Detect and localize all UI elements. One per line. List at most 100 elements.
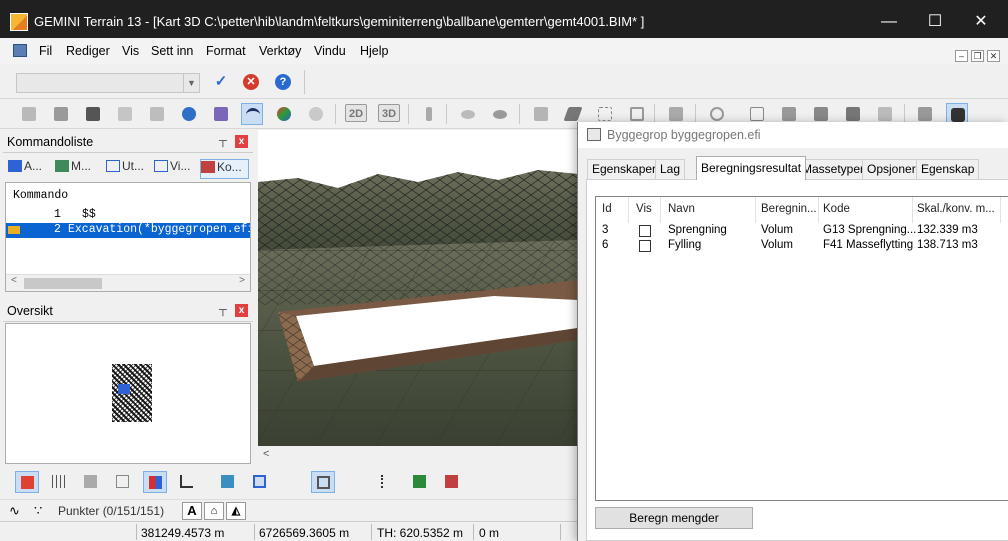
chevron-down-icon[interactable]: ▼ xyxy=(183,74,199,92)
network-icon[interactable] xyxy=(440,471,464,493)
tab-egenskap[interactable]: Egenskap xyxy=(916,159,980,179)
axes-icon[interactable] xyxy=(175,471,199,493)
pin-icon[interactable]: ┬ xyxy=(219,135,227,147)
text-button[interactable]: A xyxy=(182,502,202,520)
close-window-button[interactable]: ✕ xyxy=(958,8,1004,36)
surface-icon[interactable] xyxy=(305,103,327,125)
eye-hide-icon[interactable] xyxy=(489,103,511,125)
checkmark-icon[interactable]: ✓ xyxy=(213,74,229,90)
map-grid-icon[interactable] xyxy=(216,471,240,493)
menu-fil[interactable]: Fil xyxy=(39,44,52,58)
globe-icon[interactable] xyxy=(178,103,200,125)
minimize-button[interactable]: — xyxy=(866,8,912,36)
oversikt-close-button[interactable]: x xyxy=(235,304,248,317)
menu-rediger[interactable]: Rediger xyxy=(66,44,110,58)
menu-verktoy[interactable]: Verktøy xyxy=(259,44,301,58)
column-navn[interactable]: Navn xyxy=(668,203,695,215)
cross-box-icon[interactable] xyxy=(248,471,272,493)
mdi-restore-button[interactable]: ❐ xyxy=(971,50,984,62)
command-list-header: Kommando xyxy=(13,189,69,202)
save-all-icon[interactable] xyxy=(82,103,104,125)
mdi-minimize-button[interactable]: – xyxy=(955,50,968,62)
scroll-thumb[interactable] xyxy=(24,278,102,289)
kommandoliste-close-button[interactable]: x xyxy=(235,135,248,148)
status-divider xyxy=(473,524,474,540)
command-list[interactable]: Kommando 1 $$ 2 Excavation(*byggegropen.… xyxy=(5,182,251,292)
column-kode[interactable]: Kode xyxy=(823,203,850,215)
route-icon[interactable] xyxy=(376,471,400,493)
row-beregning: Volum xyxy=(761,239,793,251)
frame-snap-icon[interactable] xyxy=(311,471,335,493)
point-snap-icon[interactable] xyxy=(15,471,39,493)
horizontal-scrollbar[interactable]: < > xyxy=(6,274,250,291)
color-shape-icon[interactable] xyxy=(273,103,295,125)
eye-icon[interactable] xyxy=(457,103,479,125)
dialog-titlebar[interactable]: Byggegrop byggegropen.efi xyxy=(578,122,1008,148)
tab-massetyper[interactable]: Massetyper xyxy=(797,159,870,179)
column-id[interactable]: Id xyxy=(602,203,612,215)
table-row[interactable]: 6 Fylling Volum F41 Masseflytting 138.71… xyxy=(596,239,1008,254)
landscape-icon[interactable] xyxy=(408,471,432,493)
pin-icon[interactable]: ┬ xyxy=(219,304,227,316)
polyline-icon[interactable]: ∿ xyxy=(9,503,20,519)
view-2d-button[interactable]: 2D xyxy=(345,104,367,122)
terrain-3d-view[interactable] xyxy=(258,130,578,446)
scroll-left-icon[interactable]: < xyxy=(11,276,17,287)
cancel-icon[interactable]: ✕ xyxy=(243,74,259,90)
row-beregning: Volum xyxy=(761,224,793,236)
list-item-selected[interactable]: 2 Excavation(*byggegropen.efi xyxy=(6,223,250,238)
tab-m[interactable]: M... xyxy=(55,159,91,179)
vis-checkbox[interactable] xyxy=(639,240,651,252)
mirror-icon[interactable] xyxy=(143,471,167,493)
tab-opsjoner[interactable]: Opsjoner xyxy=(862,159,921,179)
points-icon[interactable]: ∵ xyxy=(34,503,42,519)
vis-checkbox[interactable] xyxy=(639,225,651,237)
tab-ut[interactable]: Ut... xyxy=(106,159,144,179)
maximize-button[interactable]: ☐ xyxy=(912,8,958,36)
column-verdi[interactable]: Skal./konv. m... xyxy=(917,203,995,215)
copy-icon[interactable] xyxy=(530,103,552,125)
terrain-arc-icon[interactable] xyxy=(241,103,263,125)
table-row[interactable]: 3 Sprengning Volum G13 Sprengning... 132… xyxy=(596,224,1008,239)
status-th: TH: 620.5352 m xyxy=(377,526,464,540)
mdi-close-button[interactable]: ✕ xyxy=(987,50,1000,62)
layers-icon[interactable] xyxy=(210,103,232,125)
toolbar-divider xyxy=(446,104,447,124)
list-item[interactable]: 1 $$ xyxy=(6,208,250,223)
book-icon[interactable] xyxy=(111,471,135,493)
tab-beregningsresultat[interactable]: Beregningsresultat xyxy=(696,156,807,180)
view-horizontal-scrollbar[interactable]: < xyxy=(258,446,578,463)
menu-sett-inn[interactable]: Sett inn xyxy=(151,44,193,58)
area-icon[interactable]: ◭ xyxy=(226,502,246,520)
export-icon[interactable] xyxy=(114,103,136,125)
tab-lag[interactable]: Lag xyxy=(655,159,686,179)
results-table[interactable]: Id Vis Navn Beregnin... Kode Skal./konv.… xyxy=(595,196,1008,501)
view-3d-button[interactable]: 3D xyxy=(378,104,400,122)
column-divider xyxy=(755,197,756,223)
column-beregning[interactable]: Beregnin... xyxy=(761,203,817,215)
command-combo[interactable]: ▼ xyxy=(16,73,200,93)
menu-format[interactable]: Format xyxy=(206,44,246,58)
tab-a[interactable]: A... xyxy=(8,159,42,179)
document-snap-icon[interactable] xyxy=(79,471,103,493)
menu-vindu[interactable]: Vindu xyxy=(314,44,346,58)
document-icon[interactable] xyxy=(13,44,27,57)
tab-ko[interactable]: Ko... xyxy=(200,159,249,179)
tab-vi[interactable]: Vi... xyxy=(154,159,190,179)
figure-icon[interactable] xyxy=(418,103,440,125)
scroll-left-icon[interactable]: < xyxy=(263,448,269,460)
save-icon[interactable] xyxy=(50,103,72,125)
scroll-right-icon[interactable]: > xyxy=(239,276,245,287)
menu-vis[interactable]: Vis xyxy=(122,44,139,58)
overview-map[interactable] xyxy=(5,323,251,464)
polygon-icon[interactable]: ⌂ xyxy=(204,502,224,520)
menu-hjelp[interactable]: Hjelp xyxy=(360,44,389,58)
open-icon[interactable] xyxy=(18,103,40,125)
print-icon[interactable] xyxy=(146,103,168,125)
beregn-mengder-button[interactable]: Beregn mengder xyxy=(595,507,753,529)
column-vis[interactable]: Vis xyxy=(636,203,652,215)
help-icon[interactable]: ? xyxy=(275,74,291,90)
tab-egenskaper[interactable]: Egenskaper xyxy=(587,159,662,179)
toolbar-divider xyxy=(695,104,696,124)
grid-snap-icon[interactable] xyxy=(47,471,71,493)
